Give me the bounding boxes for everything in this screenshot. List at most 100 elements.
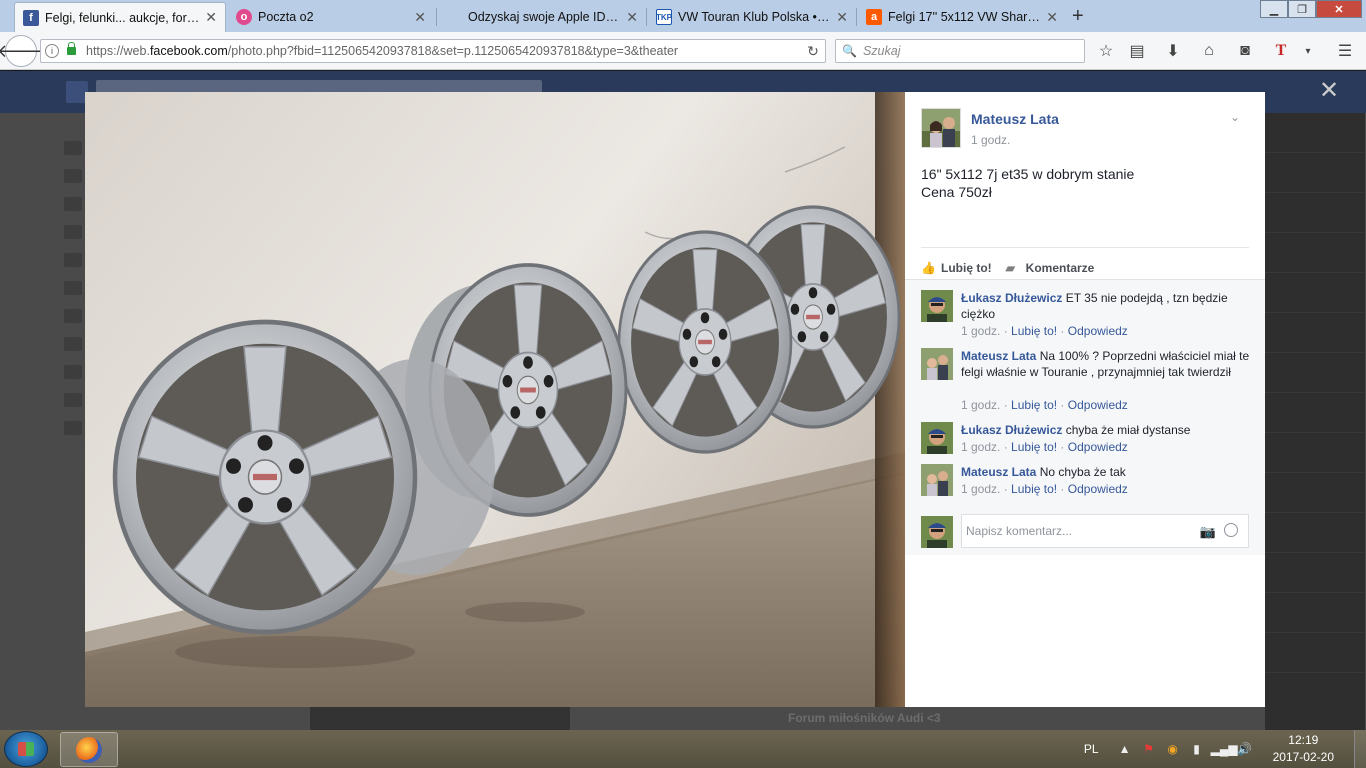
comment-time[interactable]: 1 godz. bbox=[961, 482, 1000, 496]
comment-meta: 1 godz. · Lubię to! · Odpowiedz bbox=[961, 324, 1128, 338]
info-icon[interactable]: i bbox=[45, 44, 59, 58]
comment-time[interactable]: 1 godz. bbox=[961, 398, 1000, 412]
tab-separator bbox=[856, 8, 857, 26]
commenter-avatar[interactable] bbox=[921, 290, 953, 322]
window-controls: ▁ ❐ ✕ bbox=[1260, 0, 1362, 18]
clock-time: 12:19 bbox=[1288, 733, 1319, 747]
lock-icon bbox=[67, 42, 76, 55]
show-desktop-button[interactable] bbox=[1354, 730, 1366, 768]
tab-title: Odzyskaj swoje Apple ID —... bbox=[468, 10, 621, 24]
emoji-icon[interactable] bbox=[1224, 523, 1238, 537]
chat-sidebar bbox=[1265, 113, 1365, 730]
comment-meta: 1 godz. · Lubię to! · Odpowiedz bbox=[961, 440, 1128, 454]
comment-like-link[interactable]: Lubię to! bbox=[1011, 324, 1057, 338]
windows-taskbar: PL ▲ ⚑ ◉ ▮ ▂▄▆ 🔊 12:19 2017-02-20 bbox=[0, 730, 1366, 768]
comment-input-placeholder: Napisz komentarz... bbox=[966, 524, 1073, 538]
show-hidden-icons-icon[interactable]: ▲ bbox=[1115, 742, 1135, 756]
camera-icon[interactable]: 📷 bbox=[1200, 524, 1216, 540]
url-path: /photo.php?fbid=1125065420937818&set=p.1… bbox=[227, 44, 679, 58]
new-tab-button[interactable]: + bbox=[1072, 5, 1084, 28]
comment-body: Mateusz Lata No chyba że tak bbox=[961, 464, 1251, 480]
comment-composer: Napisz komentarz... 📷 bbox=[921, 514, 1251, 548]
comment-text: chyba że miał dystanse bbox=[1065, 423, 1191, 437]
close-tab-icon[interactable]: ✕ bbox=[1046, 9, 1058, 26]
bookmark-star-icon[interactable]: ☆ bbox=[1094, 39, 1118, 63]
like-button[interactable]: 👍 Lubię to! bbox=[921, 261, 992, 275]
commenter-avatar[interactable] bbox=[921, 348, 953, 380]
comment-like-link[interactable]: Lubię to! bbox=[1011, 482, 1057, 496]
firefox-icon bbox=[76, 736, 102, 763]
tab-vw-touran[interactable]: TKP VW Touran Klub Polska • Z... ✕ bbox=[648, 2, 856, 32]
comment-button[interactable]: ▰ Komentarze bbox=[1006, 261, 1095, 275]
commenter-avatar[interactable] bbox=[921, 464, 953, 496]
t-extension-icon[interactable]: T bbox=[1269, 39, 1293, 63]
commenter-name[interactable]: Łukasz Dłużewicz bbox=[961, 423, 1062, 437]
o2-mail-icon: o bbox=[236, 9, 252, 25]
wheel-rims-image bbox=[85, 92, 905, 707]
maximize-button[interactable]: ❐ bbox=[1288, 0, 1316, 18]
post-author-name[interactable]: Mateusz Lata bbox=[971, 111, 1059, 127]
comment-input[interactable]: Napisz komentarz... 📷 bbox=[961, 514, 1249, 548]
author-avatar[interactable] bbox=[921, 108, 961, 148]
comment-body: Łukasz Dłużewicz chyba że miał dystanse bbox=[961, 422, 1251, 438]
tab-facebook[interactable]: f Felgi, felunki... aukcje, fora,... ✕ bbox=[14, 2, 226, 32]
post-text-line: Cena 750zł bbox=[921, 184, 992, 200]
close-tab-icon[interactable]: ✕ bbox=[626, 9, 638, 26]
tab-apple-id[interactable]: Odzyskaj swoje Apple ID —... ✕ bbox=[438, 2, 646, 32]
close-tab-icon[interactable]: ✕ bbox=[836, 9, 848, 26]
start-button[interactable] bbox=[4, 731, 48, 767]
comment-reply-link[interactable]: Odpowiedz bbox=[1068, 324, 1128, 338]
post-photo[interactable] bbox=[85, 92, 905, 707]
usb-device-icon[interactable]: ▮ bbox=[1187, 742, 1207, 756]
commenter-name[interactable]: Mateusz Lata bbox=[961, 465, 1036, 479]
comment-time[interactable]: 1 godz. bbox=[961, 440, 1000, 454]
minimize-button[interactable]: ▁ bbox=[1260, 0, 1288, 18]
close-tab-icon[interactable]: ✕ bbox=[205, 9, 217, 26]
comment-body: Łukasz Dłużewicz ET 35 nie podejdą , tzn… bbox=[961, 290, 1251, 322]
url-text[interactable]: https://web.facebook.com/photo.php?fbid=… bbox=[86, 44, 801, 58]
comment-reply-link[interactable]: Odpowiedz bbox=[1068, 440, 1128, 454]
comment-time[interactable]: 1 godz. bbox=[961, 324, 1000, 338]
comment-reply-link[interactable]: Odpowiedz bbox=[1068, 482, 1128, 496]
photo-side-panel: Mateusz Lata 1 godz. ⌄ 16" 5x112 7j et35… bbox=[905, 92, 1265, 707]
close-theater-icon[interactable]: ✕ bbox=[1318, 79, 1340, 103]
reading-list-icon[interactable]: ▤ bbox=[1125, 39, 1149, 63]
search-icon: 🔍 bbox=[842, 44, 857, 58]
volume-icon[interactable]: 🔊 bbox=[1235, 742, 1255, 756]
comment-like-link[interactable]: Lubię to! bbox=[1011, 398, 1057, 412]
update-icon[interactable]: ◉ bbox=[1163, 742, 1183, 756]
group-cover-strip bbox=[310, 707, 570, 730]
reload-icon[interactable]: ↻ bbox=[801, 43, 825, 60]
comment-like-link[interactable]: Lubię to! bbox=[1011, 440, 1057, 454]
post-text-line: 16" 5x112 7j et35 w dobrym stanie bbox=[921, 166, 1135, 182]
tab-poczta-o2[interactable]: o Poczta o2 ✕ bbox=[228, 2, 434, 32]
network-signal-icon[interactable]: ▂▄▆ bbox=[1211, 742, 1238, 756]
home-icon[interactable]: ⌂ bbox=[1197, 39, 1221, 63]
commenter-name[interactable]: Mateusz Lata bbox=[961, 349, 1036, 363]
tab-title: Felgi 17'' 5x112 VW Sharan ... bbox=[888, 10, 1041, 24]
commenter-name[interactable]: Łukasz Dłużewicz bbox=[961, 291, 1062, 305]
search-input[interactable]: 🔍 Szukaj bbox=[835, 39, 1085, 63]
commenter-avatar[interactable] bbox=[921, 422, 953, 454]
close-tab-icon[interactable]: ✕ bbox=[414, 9, 426, 26]
pocket-icon[interactable]: ◙ bbox=[1233, 39, 1257, 63]
tab-title: Poczta o2 bbox=[258, 10, 314, 24]
like-label: Lubię to! bbox=[941, 260, 992, 275]
close-window-button[interactable]: ✕ bbox=[1316, 0, 1362, 18]
tab-allegro[interactable]: a Felgi 17'' 5x112 VW Sharan ... ✕ bbox=[858, 2, 1066, 32]
tab-separator bbox=[436, 8, 437, 26]
back-button[interactable]: 🡐 bbox=[0, 35, 45, 67]
chevron-down-icon[interactable]: ▾ bbox=[1296, 39, 1320, 63]
post-timestamp[interactable]: 1 godz. bbox=[971, 133, 1010, 147]
action-center-flag-icon[interactable]: ⚑ bbox=[1139, 742, 1159, 756]
language-indicator[interactable]: PL bbox=[1084, 742, 1099, 756]
downloads-icon[interactable]: ⬇ bbox=[1161, 39, 1185, 63]
search-placeholder: Szukaj bbox=[862, 44, 901, 58]
address-bar[interactable]: i https://web.facebook.com/photo.php?fbi… bbox=[40, 39, 826, 63]
firefox-taskbar-button[interactable] bbox=[60, 732, 118, 767]
comment-reply-link[interactable]: Odpowiedz bbox=[1068, 398, 1128, 412]
chevron-down-icon[interactable]: ⌄ bbox=[1230, 110, 1240, 124]
menu-icon[interactable]: ☰ bbox=[1333, 39, 1357, 63]
system-clock[interactable]: 12:19 2017-02-20 bbox=[1273, 732, 1334, 766]
browser-tab-strip: f Felgi, felunki... aukcje, fora,... ✕ o… bbox=[0, 0, 1366, 32]
